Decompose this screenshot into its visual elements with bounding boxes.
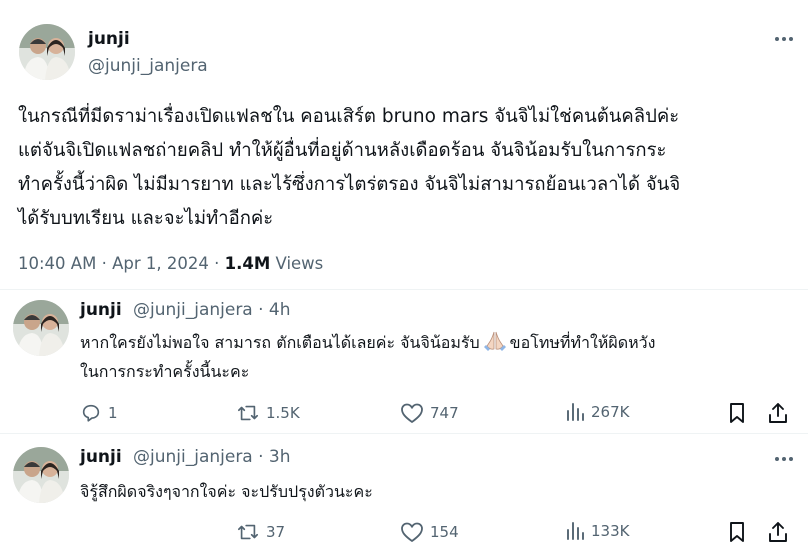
bookmark-icon: [730, 522, 744, 542]
avatar-photo: [19, 24, 75, 80]
more-dots-icon: [775, 37, 793, 41]
share-button[interactable]: [767, 521, 789, 543]
bookmark-button[interactable]: [727, 521, 747, 543]
reply-count: 1: [108, 404, 118, 422]
main-tweet: junji @junji_janjera ในกรณีที่มีดราม่าเร…: [0, 0, 808, 290]
views-button[interactable]: 267K: [565, 402, 629, 422]
tweet-text-line: ในกรณีที่มีดราม่าเรื่องเปิดแฟลชใน คอนเสิ…: [18, 106, 680, 127]
tweet-text-line: จิรู้สึกผิดจริงๆจากใจค่ะ จะปรับปรุงตัวนะ…: [80, 482, 373, 501]
like-count: 747: [430, 404, 459, 422]
share-arrow-icon: [769, 403, 787, 423]
heart-icon: [401, 403, 423, 423]
divider: [0, 289, 808, 290]
action-bar: 1 1.5K 747 267K: [0, 402, 808, 426]
tweet-text-segment: ขอโทษที่ทำให้ผิดหวัง: [509, 333, 656, 352]
tweet-text: หากใครยังไม่พอใจ สามารถ ตักเตือนได้เลยค่…: [80, 330, 795, 385]
retweet-button[interactable]: 1.5K: [236, 402, 300, 424]
reply-button[interactable]: 1: [80, 402, 118, 424]
retweet-count: 37: [266, 523, 286, 541]
views-label: Views: [275, 254, 324, 273]
reply-tweet[interactable]: junji @junji_janjera · 4h หากใครยังไม่พอ…: [0, 300, 808, 430]
tweet-text-line: ได้รับบทเรียน และจะไม่ทำอีกค่ะ: [18, 208, 274, 229]
tweet-text-line: ในการกระทำครั้งนี้นะคะ: [80, 362, 250, 381]
user-handle[interactable]: @junji_janjera · 3h: [133, 447, 291, 467]
more-options-button[interactable]: [772, 29, 796, 49]
user-handle[interactable]: @junji_janjera · 4h: [133, 300, 291, 320]
tweet-text: จิรู้สึกผิดจริงๆจากใจค่ะ จะปรับปรุงตัวนะ…: [80, 479, 795, 505]
retweet-arrows-icon: [238, 405, 258, 421]
reply-tweet[interactable]: junji @junji_janjera · 3h จิรู้สึกผิดจริ…: [0, 447, 808, 557]
share-button[interactable]: [767, 402, 789, 424]
tweet-date[interactable]: Apr 1, 2024: [112, 254, 209, 273]
tweet-meta: 10:40 AM · Apr 1, 2024 · 1.4M Views: [18, 254, 323, 273]
user-handle[interactable]: @junji_janjera: [88, 56, 208, 76]
bar-chart-icon: [567, 522, 584, 540]
retweet-count: 1.5K: [266, 404, 300, 422]
tweet-text-segment: หากใครยังไม่พอใจ สามารถ ตักเตือนได้เลยค่…: [80, 333, 480, 352]
speech-bubble-icon: [82, 404, 100, 422]
meta-separator: ·: [101, 254, 113, 273]
display-name[interactable]: junji: [88, 29, 130, 49]
folded-hands-emoji-icon: [483, 331, 506, 359]
bookmark-icon: [730, 403, 744, 423]
tweet-text: ในกรณีที่มีดราม่าเรื่องเปิดแฟลชใน คอนเสิ…: [18, 100, 798, 236]
views-count: 267K: [591, 403, 630, 421]
bar-chart-icon: [567, 403, 584, 421]
views-count: 133K: [591, 522, 630, 540]
tweet-text-line: ทำครั้งนี้ว่าผิด ไม่มีมารยาท และไร้ซึ่งก…: [18, 174, 681, 195]
avatar-photo: [13, 447, 69, 503]
divider: [0, 433, 808, 434]
more-dots-icon: [775, 457, 793, 461]
avatar[interactable]: [13, 300, 69, 356]
like-button[interactable]: 154: [400, 521, 459, 543]
views-button[interactable]: 133K: [565, 521, 629, 541]
display-name[interactable]: junji: [80, 300, 122, 320]
heart-icon: [401, 522, 423, 542]
like-button[interactable]: 747: [400, 402, 459, 424]
tweet-text-line: แต่จันจิเปิดแฟลชถ่ายคลิป ทำให้ผู้อื่นที่…: [18, 140, 667, 161]
tweet-text-line: หากใครยังไม่พอใจ สามารถ ตักเตือนได้เลยค่…: [80, 330, 795, 359]
retweet-button[interactable]: 37: [236, 521, 285, 543]
action-bar: 37 154 133K: [0, 521, 808, 545]
avatar[interactable]: [19, 24, 75, 80]
views-count[interactable]: 1.4M: [225, 254, 271, 273]
avatar[interactable]: [13, 447, 69, 503]
like-count: 154: [430, 523, 459, 541]
bookmark-button[interactable]: [727, 402, 747, 424]
tweet-time[interactable]: 10:40 AM: [18, 254, 96, 273]
avatar-photo: [13, 300, 69, 356]
more-options-button[interactable]: [772, 449, 796, 469]
display-name[interactable]: junji: [80, 447, 122, 467]
retweet-arrows-icon: [238, 524, 258, 540]
share-arrow-icon: [769, 522, 787, 542]
meta-separator: ·: [214, 254, 225, 273]
